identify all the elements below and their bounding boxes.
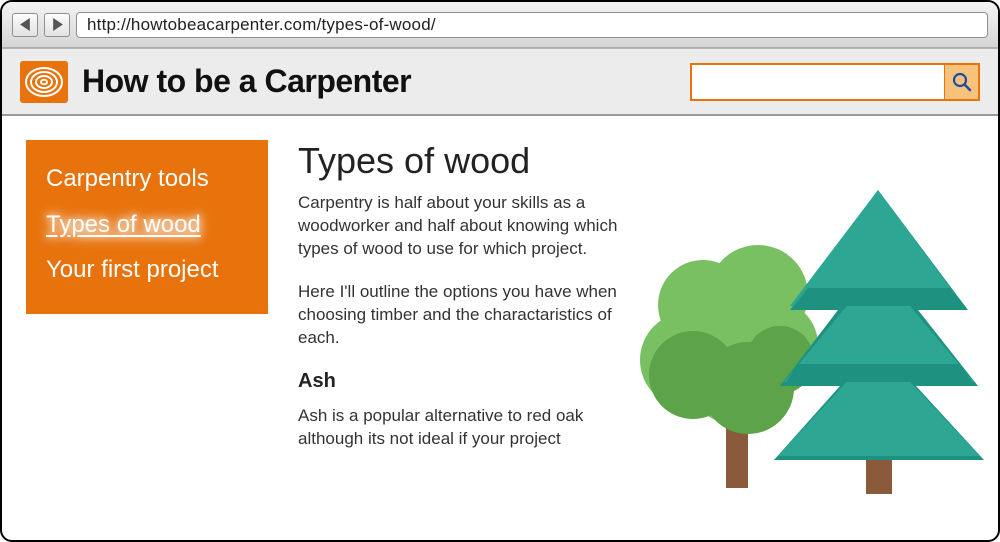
search-icon [952, 72, 972, 92]
page-title: Types of wood [298, 140, 628, 182]
browser-toolbar [2, 2, 998, 48]
url-bar[interactable] [76, 12, 988, 38]
search-box [690, 63, 980, 101]
sidebar-item-tools[interactable]: Carpentry tools [46, 156, 248, 202]
site-title: How to be a Carpenter [82, 63, 411, 100]
ash-paragraph: Ash is a popular alternative to red oak … [298, 405, 628, 451]
search-input[interactable] [692, 65, 944, 99]
browser-window: How to be a Carpenter Carpentry tools Ty… [0, 0, 1000, 542]
site-header: How to be a Carpenter [2, 48, 998, 116]
content-area: Carpentry tools Types of wood Your first… [2, 116, 998, 540]
wood-rings-icon [24, 65, 64, 99]
sidebar-item-wood-types[interactable]: Types of wood [46, 202, 248, 248]
site-logo [20, 61, 68, 103]
back-button[interactable] [12, 13, 38, 37]
section-heading-ash: Ash [298, 370, 628, 393]
article-body: Types of wood Carpentry is half about yo… [298, 140, 628, 540]
trees-icon [618, 160, 988, 530]
main-content: Types of wood Carpentry is half about yo… [268, 140, 978, 540]
sidebar-nav: Carpentry tools Types of wood Your first… [26, 140, 268, 314]
search-button[interactable] [944, 65, 978, 99]
forward-button[interactable] [44, 13, 70, 37]
sidebar-item-first-project[interactable]: Your first project [46, 247, 248, 293]
tree-illustration [628, 140, 978, 540]
intro-paragraph-2: Here I'll outline the options you have w… [298, 281, 628, 350]
intro-paragraph-1: Carpentry is half about your skills as a… [298, 192, 628, 261]
